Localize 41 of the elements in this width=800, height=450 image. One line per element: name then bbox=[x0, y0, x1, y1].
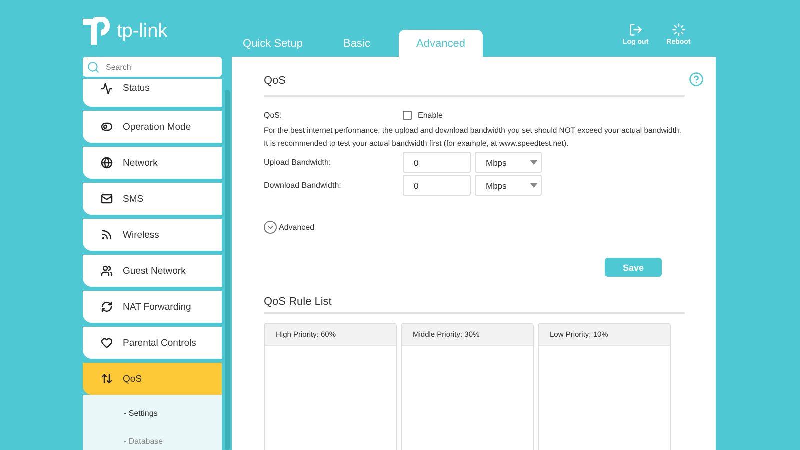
logo-icon bbox=[83, 17, 113, 45]
arrows-circle-icon bbox=[101, 301, 113, 313]
sidebar-item[interactable]: SMS bbox=[83, 183, 222, 215]
field-label: QoS: bbox=[264, 111, 284, 120]
advanced-toggle[interactable]: Advanced bbox=[264, 221, 685, 234]
search-field[interactable]: Search bbox=[83, 57, 222, 77]
dropdown-arrow-icon bbox=[530, 160, 538, 165]
pulse-icon bbox=[101, 83, 113, 95]
dropdown-arrow-icon bbox=[530, 183, 538, 188]
globe-icon bbox=[101, 157, 113, 169]
field-label: Download Bandwidth: bbox=[264, 181, 342, 190]
enable-checkbox[interactable] bbox=[403, 111, 412, 120]
help-icon[interactable] bbox=[689, 72, 704, 87]
submenu-item[interactable]: - Settings bbox=[124, 409, 222, 418]
sidebar-item[interactable]: NAT Forwarding bbox=[83, 291, 222, 323]
sidebar-item[interactable]: QoS bbox=[83, 363, 222, 395]
up-down-arrows-icon bbox=[101, 373, 113, 385]
logo-text: tp-link bbox=[117, 21, 168, 43]
sidebar-item[interactable]: Operation Mode bbox=[83, 111, 222, 143]
bandwidth-input[interactable]: 0 bbox=[403, 175, 471, 196]
spinner-icon bbox=[672, 23, 686, 37]
people-icon bbox=[101, 265, 113, 277]
sidebar-item[interactable]: Wireless bbox=[83, 219, 222, 251]
checkbox-label: Enable bbox=[418, 111, 443, 120]
section-title: QoS Rule List bbox=[264, 296, 685, 314]
envelope-icon bbox=[101, 193, 113, 205]
unit-dropdown[interactable]: Mbps bbox=[475, 175, 542, 196]
sidebar-item[interactable]: Status bbox=[83, 79, 222, 107]
heart-icon bbox=[101, 337, 113, 349]
chevron-icon bbox=[264, 221, 277, 234]
search-icon bbox=[87, 60, 100, 74]
sidebar-item[interactable]: Guest Network bbox=[83, 255, 222, 287]
toggle-icon bbox=[101, 121, 113, 133]
sidebar-item[interactable]: Parental Controls bbox=[83, 327, 222, 359]
sidebar-item[interactable]: Network bbox=[83, 147, 222, 179]
section-title: QoS bbox=[264, 75, 685, 97]
unit-dropdown[interactable]: Mbps bbox=[475, 152, 542, 173]
signal-icon bbox=[101, 229, 113, 241]
field-label: Upload Bandwidth: bbox=[264, 158, 332, 167]
bandwidth-input[interactable]: 0 bbox=[403, 152, 471, 173]
logout-icon bbox=[628, 23, 643, 37]
